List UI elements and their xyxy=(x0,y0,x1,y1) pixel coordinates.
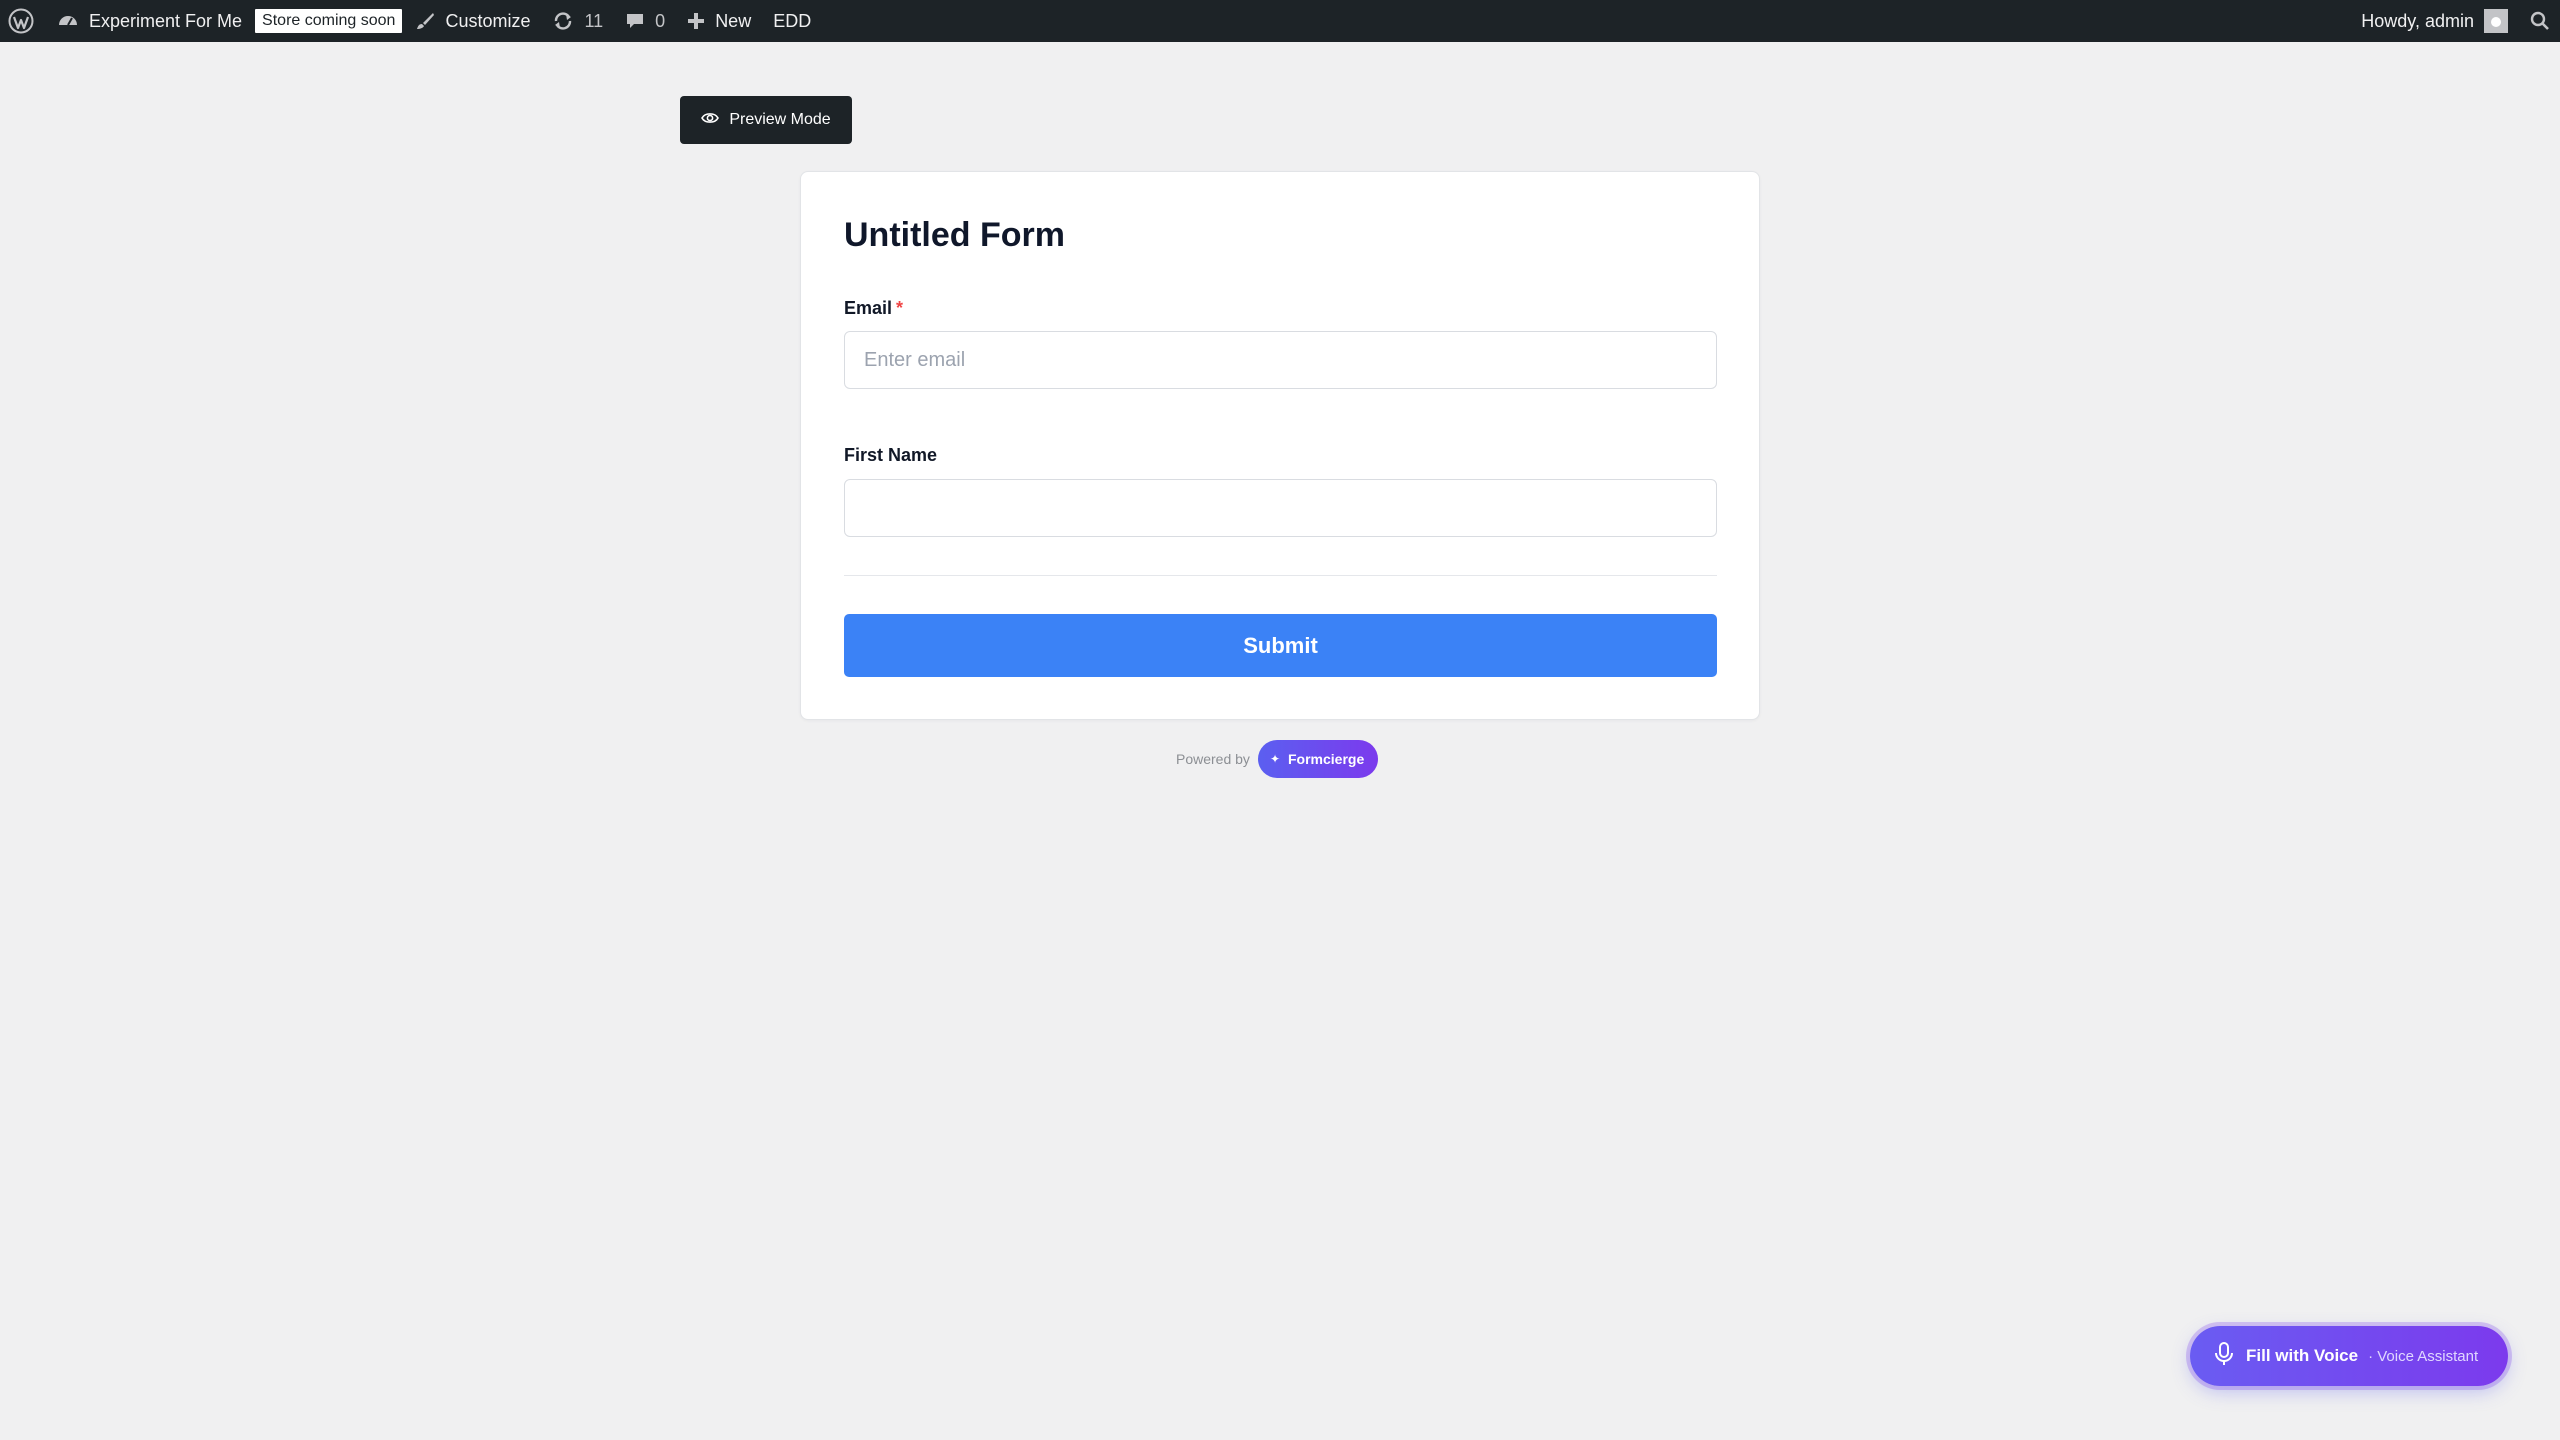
updates-count: 11 xyxy=(584,10,604,31)
wordpress-menu[interactable] xyxy=(0,0,46,42)
email-label-text: Email xyxy=(844,298,893,318)
required-indicator: * xyxy=(896,298,904,318)
voice-assistant-label: · Voice Assistant xyxy=(2368,1347,2479,1365)
first-name-label-text: First Name xyxy=(844,445,938,465)
submit-button[interactable]: Submit xyxy=(844,614,1717,677)
store-coming-soon-badge[interactable]: Store coming soon xyxy=(255,9,403,33)
fill-with-voice-label: Fill with Voice xyxy=(2246,1346,2359,1365)
admin-bar-left: Experiment For Me Store coming soon Cust… xyxy=(0,0,822,42)
form-card: Untitled Form Email* First Name Submit xyxy=(800,171,1760,720)
avatar xyxy=(2484,9,2508,33)
preview-mode-label: Preview Mode xyxy=(729,111,831,128)
form-divider xyxy=(844,575,1717,576)
admin-bar-right: Howdy, admin xyxy=(2350,0,2560,42)
preview-mode-button[interactable]: Preview Mode xyxy=(680,96,852,144)
eye-icon xyxy=(701,111,729,130)
powered-by-text: Powered by xyxy=(1176,751,1250,767)
first-name-label: First Name xyxy=(844,445,937,466)
formcierge-brand: Formcierge xyxy=(1288,751,1365,767)
brush-icon xyxy=(415,11,435,31)
fill-with-voice-button[interactable]: Fill with Voice · Voice Assistant xyxy=(2190,1326,2508,1386)
customize-label: Customize xyxy=(445,10,531,31)
email-label: Email * xyxy=(844,298,903,319)
search-icon xyxy=(2530,11,2550,31)
customize-link[interactable]: Customize xyxy=(404,0,541,42)
site-name-menu[interactable]: Experiment For Me xyxy=(46,0,253,42)
form-title: Untitled Form xyxy=(844,216,1065,254)
new-label: New xyxy=(715,10,752,31)
my-account-menu[interactable]: Howdy, admin xyxy=(2350,0,2519,42)
comment-icon xyxy=(625,11,645,31)
updates-link[interactable]: 11 xyxy=(541,0,614,42)
powered-by: Powered by ✦ Formcierge xyxy=(1176,740,1379,778)
email-field[interactable] xyxy=(844,331,1717,389)
wp-admin-bar: Experiment For Me Store coming soon Cust… xyxy=(0,0,2560,42)
first-name-field[interactable] xyxy=(844,479,1717,537)
search-button[interactable] xyxy=(2519,0,2560,42)
edd-menu[interactable]: EDD xyxy=(762,0,822,42)
comments-link[interactable]: 0 xyxy=(614,0,676,42)
sparkle-icon: ✦ xyxy=(1269,752,1280,766)
plus-icon xyxy=(687,12,705,30)
updates-icon xyxy=(552,10,574,32)
wordpress-icon xyxy=(8,8,34,34)
site-name: Experiment For Me xyxy=(89,10,243,31)
edd-label: EDD xyxy=(773,10,812,31)
new-content-menu[interactable]: New xyxy=(676,0,762,42)
howdy-label: Howdy, admin xyxy=(2361,10,2474,31)
comments-count: 0 xyxy=(655,10,666,31)
dashboard-icon xyxy=(57,10,79,32)
microphone-icon xyxy=(2214,1341,2246,1371)
formcierge-badge[interactable]: ✦ Formcierge xyxy=(1257,740,1379,778)
